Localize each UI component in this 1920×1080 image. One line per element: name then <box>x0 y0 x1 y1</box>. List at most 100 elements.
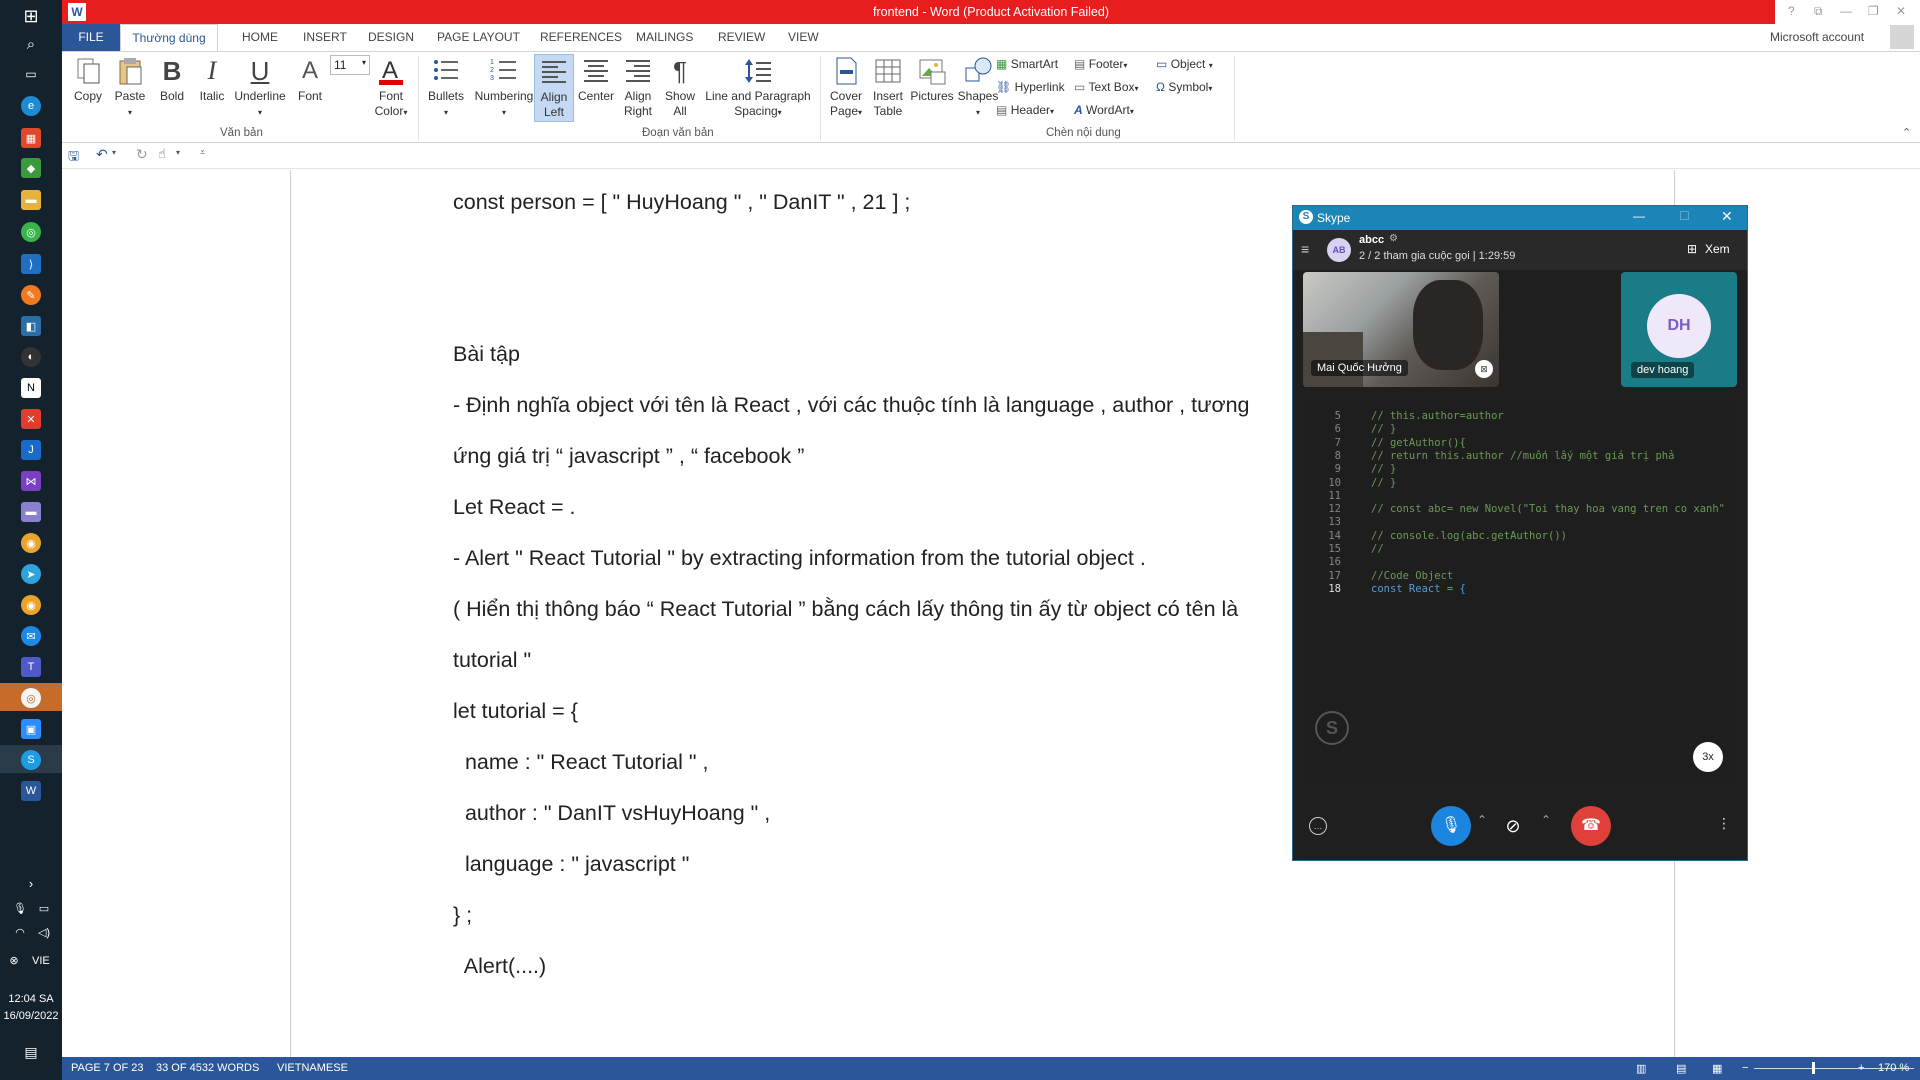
zoom-level[interactable]: 170 % <box>1878 1062 1909 1074</box>
notification-close-icon[interactable]: ⊗ <box>4 950 24 970</box>
microphone-button[interactable]: 🎙 <box>1431 806 1471 846</box>
app-icon-purple[interactable]: ▬ <box>21 502 41 522</box>
playback-speed-button[interactable]: 3x <box>1693 742 1723 772</box>
doc-line-language[interactable]: language : " javascript " <box>453 852 689 877</box>
chrome-icon[interactable]: ◉ <box>21 533 41 553</box>
mic-options-chevron-icon[interactable]: ⌃ <box>1477 813 1487 827</box>
insert-table-button[interactable]: Insert Table <box>868 56 908 119</box>
cover-page-button[interactable]: Cover Page▾ <box>824 56 868 120</box>
chat-avatar[interactable]: AB <box>1327 238 1351 262</box>
underline-button[interactable]: U Underline ▾ <box>232 56 288 120</box>
tab-thuong-dung[interactable]: Thường dùng <box>120 24 218 51</box>
search-icon[interactable]: ⌕ <box>21 34 41 54</box>
action-center-icon[interactable]: ▤ <box>21 1042 41 1062</box>
web-layout-icon[interactable]: ▦ <box>1712 1062 1722 1075</box>
volume-icon[interactable]: ◁) <box>34 922 54 942</box>
doc-line-bai-tap[interactable]: Bài tập <box>453 342 520 367</box>
tab-design[interactable]: DESIGN <box>368 30 414 44</box>
settings-gear-icon[interactable]: ⚙ <box>1389 233 1398 244</box>
smartart-button[interactable]: ▦ SmartArt <box>996 57 1058 71</box>
line-paragraph-spacing-button[interactable]: Line and Paragraph Spacing▾ <box>702 56 814 120</box>
task-view-icon[interactable]: ▭ <box>21 64 41 84</box>
app-icon-dark[interactable]: ◐ <box>21 347 41 367</box>
doc-line-display-notice[interactable]: ( Hiển thị thông báo “ React Tutorial ” … <box>453 597 1238 622</box>
print-layout-icon[interactable]: ▤ <box>1676 1062 1686 1075</box>
app-icon-active[interactable]: ◎ <box>21 688 41 708</box>
tab-references[interactable]: REFERENCES <box>540 30 622 44</box>
font-button[interactable]: A Font <box>292 56 328 104</box>
doc-line-name[interactable]: name : " React Tutorial " , <box>453 750 709 775</box>
app-icon-blue[interactable]: ◧ <box>21 316 41 336</box>
show-all-button[interactable]: ¶ Show All <box>660 56 700 119</box>
align-right-button[interactable]: Align Right <box>618 56 658 119</box>
wordart-button[interactable]: A WordArt▾ <box>1074 103 1134 117</box>
redo-icon[interactable]: ↻ <box>136 146 148 163</box>
jetbrains-icon[interactable]: J <box>21 440 41 460</box>
tab-review[interactable]: REVIEW <box>718 30 765 44</box>
center-button[interactable]: Center <box>576 56 616 104</box>
doc-line-person[interactable]: const person = [ " HuyHoang " , " DanIT … <box>453 190 910 215</box>
word-count[interactable]: 33 OF 4532 WORDS <box>156 1062 259 1074</box>
dropdown-arrow-icon[interactable]: ▾ <box>112 148 116 157</box>
account-name[interactable]: Microsoft account <box>1770 30 1864 44</box>
doc-line-author[interactable]: author : " DanIT vsHuyHoang " , <box>453 801 770 826</box>
ribbon-display-icon[interactable]: ⧉ <box>1814 4 1823 19</box>
paste-button[interactable]: Paste ▾ <box>110 56 150 120</box>
skype-maximize-icon[interactable]: ☐ <box>1679 209 1690 223</box>
word-icon[interactable]: W <box>21 781 41 801</box>
hamburger-menu-icon[interactable]: ≡ <box>1301 241 1309 257</box>
doc-line-define-object[interactable]: - Định nghĩa object với tên là React , v… <box>453 393 1250 418</box>
app-icon-red[interactable]: ✕ <box>21 409 41 429</box>
view-button[interactable]: Xem <box>1705 242 1730 256</box>
screen-share-icon[interactable]: ⊠ <box>1475 360 1493 378</box>
italic-button[interactable]: I Italic <box>194 56 230 104</box>
edge-icon[interactable]: e <box>21 96 41 116</box>
caller-video-dev-hoang[interactable]: DH dev hoang <box>1621 272 1737 387</box>
tab-insert[interactable]: INSERT <box>303 30 347 44</box>
minimize-icon[interactable]: — <box>1840 4 1852 18</box>
doc-line-let-react[interactable]: Let React = . <box>453 495 576 520</box>
language-indicator[interactable]: VIE <box>32 955 50 967</box>
app-icon-circle[interactable]: ◎ <box>21 222 41 242</box>
bold-button[interactable]: B Bold <box>154 56 190 104</box>
read-mode-icon[interactable]: ▥ <box>1636 1062 1646 1075</box>
wifi-icon[interactable]: ◠ <box>10 922 30 942</box>
tab-file[interactable]: FILE <box>62 24 120 51</box>
telegram-icon[interactable]: ➤ <box>21 564 41 584</box>
vscode-icon[interactable]: ⟩ <box>21 254 41 274</box>
file-explorer-icon[interactable]: ▬ <box>21 190 41 210</box>
windows-start-icon[interactable]: ⊞ <box>21 6 41 26</box>
clock-time[interactable]: 12:04 SA <box>0 993 62 1005</box>
app-icon-white[interactable]: N <box>21 378 41 398</box>
zoom-icon[interactable]: ▣ <box>21 719 41 739</box>
page-count[interactable]: PAGE 7 OF 23 <box>71 1062 144 1074</box>
hyperlink-button[interactable]: ⛓ Hyperlink <box>996 80 1065 94</box>
tab-mailings[interactable]: MAILINGS <box>636 30 693 44</box>
account-avatar-icon[interactable] <box>1890 25 1914 49</box>
tab-view[interactable]: VIEW <box>788 30 819 44</box>
app-icon-green[interactable]: ◆ <box>21 158 41 178</box>
text-box-button[interactable]: ▭ Text Box▾ <box>1074 80 1139 94</box>
symbol-button[interactable]: Ω Symbol▾ <box>1156 80 1212 94</box>
bullets-button[interactable]: Bullets ▾ <box>424 56 468 120</box>
save-icon[interactable]: 🖫 <box>68 147 79 169</box>
doc-line-close-brace[interactable]: } ; <box>453 903 472 928</box>
chat-name[interactable]: abcc <box>1359 234 1384 246</box>
footer-button[interactable]: ▤ Footer▾ <box>1074 57 1127 71</box>
messenger-icon[interactable]: ✉ <box>21 626 41 646</box>
doc-line-alert-task[interactable]: - Alert " React Tutorial " by extracting… <box>453 546 1146 571</box>
help-icon[interactable]: ? <box>1788 4 1795 18</box>
doc-line-let-tutorial[interactable]: let tutorial = { <box>453 699 578 724</box>
zoom-out-icon[interactable]: − <box>1742 1062 1748 1074</box>
close-icon[interactable]: ✕ <box>1896 4 1906 18</box>
camera-off-button[interactable]: ⊘ <box>1493 806 1533 846</box>
caller-video-mai-quoc-huong[interactable]: Mai Quốc Hưởng ⊠ <box>1303 272 1499 387</box>
end-call-button[interactable]: ☎ <box>1571 806 1611 846</box>
font-color-button[interactable]: A Font Color▾ <box>370 56 412 120</box>
skype-minimize-icon[interactable]: — <box>1633 209 1645 223</box>
skype-close-icon[interactable]: ✕ <box>1721 208 1733 225</box>
customize-qat-icon[interactable]: ⩡ <box>200 147 205 158</box>
collapse-ribbon-icon[interactable]: ⌃ <box>1902 126 1911 139</box>
tab-home[interactable]: HOME <box>242 30 278 44</box>
doc-line-tutorial[interactable]: tutorial " <box>453 648 531 673</box>
